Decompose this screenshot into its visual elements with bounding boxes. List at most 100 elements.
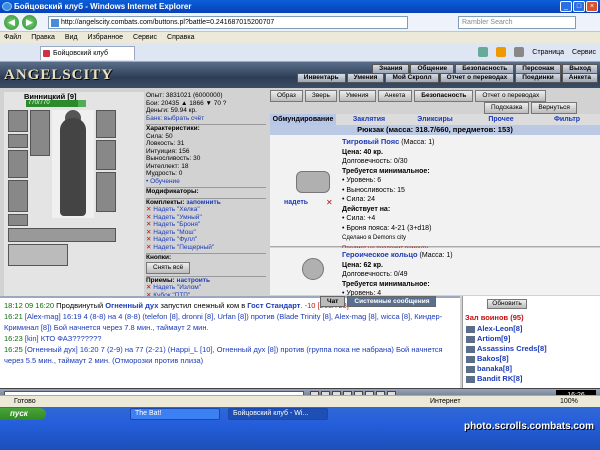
tab-label: Бойцовский клуб <box>53 50 109 57</box>
tab-filter[interactable]: Фильтр <box>534 114 600 125</box>
chat-tabs: Чат Системные сообщения <box>320 296 437 307</box>
maximize-button[interactable]: □ <box>573 1 585 12</box>
image-button[interactable]: Образ <box>270 90 303 102</box>
link-profile[interactable]: Анкета <box>561 73 598 83</box>
security-button[interactable]: Безопасность <box>414 90 474 102</box>
scroll-slots[interactable] <box>8 228 116 242</box>
menu-file[interactable]: Файл <box>4 32 21 43</box>
game-header: ANGELSCITY Знания Общение Безопасность П… <box>0 62 600 88</box>
earring-slot[interactable] <box>8 134 28 148</box>
stat-endurance: Выносливость: 30 <box>146 155 201 162</box>
set-item[interactable]: ✕ Надеть "Броня" <box>146 221 266 229</box>
sets-remember-link[interactable]: запомнить <box>186 199 220 206</box>
return-button[interactable]: Вернуться <box>531 102 577 114</box>
player-entry[interactable]: Assassins Creds[8] <box>466 344 547 354</box>
start-button[interactable]: пуск <box>0 408 46 420</box>
tab-other[interactable]: Прочее <box>468 114 534 125</box>
clan-icon <box>466 375 475 383</box>
set-item[interactable]: ✕ Надеть "Умный" <box>146 214 266 222</box>
feeds-icon[interactable] <box>496 47 507 57</box>
stat-bank[interactable]: Банк: выбрать счёт <box>146 115 266 123</box>
player-entry[interactable]: banaka[8] <box>466 364 512 374</box>
tricks-setup-link[interactable]: настроить <box>177 277 210 284</box>
set-item[interactable]: ✕ Надеть "Мош" <box>146 229 266 237</box>
item-name[interactable]: Тигровый Пояс <box>342 137 399 146</box>
player-entry[interactable]: Bakos[8] <box>466 354 509 364</box>
menu-favorites[interactable]: Избранное <box>88 32 123 43</box>
tricks-label: Приемы: <box>146 276 175 284</box>
menu-edit[interactable]: Правка <box>31 32 55 43</box>
link-scroll[interactable]: Мой Скролл <box>385 73 439 83</box>
character-stats: Опыт: 3831021 (6000000) Бои: 20435 ▲ 186… <box>146 92 266 322</box>
link-duels[interactable]: Поединки <box>515 73 561 83</box>
set-item[interactable]: ✕ Надеть "Пещерный" <box>146 244 266 252</box>
mana-bar <box>78 100 86 107</box>
helmet-slot[interactable] <box>8 110 28 132</box>
print-icon[interactable] <box>514 47 525 57</box>
browser-tab[interactable]: Бойцовский клуб <box>40 46 135 60</box>
set-item[interactable]: ✕ Надеть "Фулл" <box>146 236 266 244</box>
transfers-button[interactable]: Отчет о переводах <box>475 90 547 102</box>
minimize-button[interactable]: _ <box>560 1 572 12</box>
skills-button[interactable]: Умения <box>338 90 376 102</box>
tab-row: Бойцовский клуб Страница Сервис <box>0 43 600 62</box>
tab-system-messages[interactable]: Системные сообщения <box>347 296 437 307</box>
menu-tools[interactable]: Сервис <box>133 32 157 43</box>
drop-icon[interactable]: ✕ <box>326 198 333 207</box>
menu-view[interactable]: Вид <box>65 32 78 43</box>
tab-chat[interactable]: Чат <box>320 296 346 307</box>
armor-slot[interactable] <box>8 180 28 212</box>
belt-item-image[interactable] <box>296 171 330 193</box>
pet-slots[interactable] <box>8 244 68 266</box>
close-button[interactable]: × <box>586 1 598 12</box>
back-icon[interactable]: ◀ <box>4 15 19 30</box>
hint-button[interactable]: Подсказка <box>484 102 530 114</box>
page-menu[interactable]: Страница <box>532 49 564 56</box>
learning-link[interactable]: • Обучение <box>146 178 266 186</box>
remove-all-button[interactable]: Снять всё <box>146 261 191 274</box>
characteristics-header[interactable]: Характеристики: <box>146 124 266 133</box>
stat-intuition: Интуиция: 156 <box>146 147 190 155</box>
address-row: ◀ ▶ http://angelscity.combats.com/button… <box>0 13 600 32</box>
address-bar[interactable]: http://angelscity.combats.com/buttons.pl… <box>48 16 408 29</box>
link-transfers[interactable]: Отчет о переводах <box>439 73 515 83</box>
buttons-header[interactable]: Кнопки: <box>146 253 266 262</box>
pet-button[interactable]: Зверь <box>304 90 337 102</box>
menu-help[interactable]: Справка <box>167 32 194 43</box>
boots-slot[interactable] <box>96 172 116 212</box>
profile-button[interactable]: Анкета <box>377 90 413 102</box>
sets-header: Комплекты: запомнить <box>146 197 266 207</box>
player-entry[interactable]: Bandit RK[8] <box>466 374 522 384</box>
refresh-button[interactable]: Обновить <box>487 299 527 309</box>
taskbar-item-thebat[interactable]: The Bat! <box>130 408 220 420</box>
item-effect: • Сила: +4 <box>342 215 376 222</box>
home-icon[interactable] <box>478 47 489 57</box>
player-entry[interactable]: Artiom[9] <box>466 334 510 344</box>
set-item[interactable]: ✕ Надеть "Хелка" <box>146 206 266 214</box>
ring-item-image[interactable] <box>302 258 324 280</box>
weapon-slot[interactable] <box>8 150 28 178</box>
tab-spells[interactable]: Заклятия <box>336 114 402 125</box>
tab-elixirs[interactable]: Эликсиры <box>402 114 468 125</box>
put-on-link[interactable]: надеть <box>284 199 308 206</box>
gloves-slot[interactable] <box>96 110 116 138</box>
taskbar-item-browser[interactable]: Бойцовский клуб - Wi... <box>228 408 328 420</box>
link-skills[interactable]: Умения <box>346 73 385 83</box>
tab-equipment[interactable]: Обмундирование <box>270 114 336 125</box>
ring-slots[interactable] <box>30 110 50 156</box>
shield-slot[interactable] <box>96 140 116 170</box>
item-mass: (Масса: 1) <box>419 252 453 259</box>
item-name[interactable]: Героическое кольцо <box>342 250 418 259</box>
link-inventory[interactable]: Инвентарь <box>296 73 346 83</box>
search-input[interactable]: Rambler Search <box>458 16 576 29</box>
item-made-in: Сделано в Demons city <box>342 235 406 241</box>
player-entry[interactable]: Alex-Leon[8] <box>466 324 522 334</box>
modifiers-header[interactable]: Модификаторы: <box>146 187 266 196</box>
tools-menu[interactable]: Сервис <box>572 49 596 56</box>
trick-item[interactable]: ✕ Надеть "Излом" <box>146 284 266 292</box>
chat-log[interactable]: 18:12 09 16:20 Продвинутый Огненный дух … <box>0 296 460 388</box>
clan-icon <box>466 345 475 353</box>
belt-slot[interactable] <box>8 214 28 226</box>
forward-icon[interactable]: ▶ <box>22 15 37 30</box>
top-links-secondary: Инвентарь Умения Мой Скролл Отчет о пере… <box>296 73 598 83</box>
